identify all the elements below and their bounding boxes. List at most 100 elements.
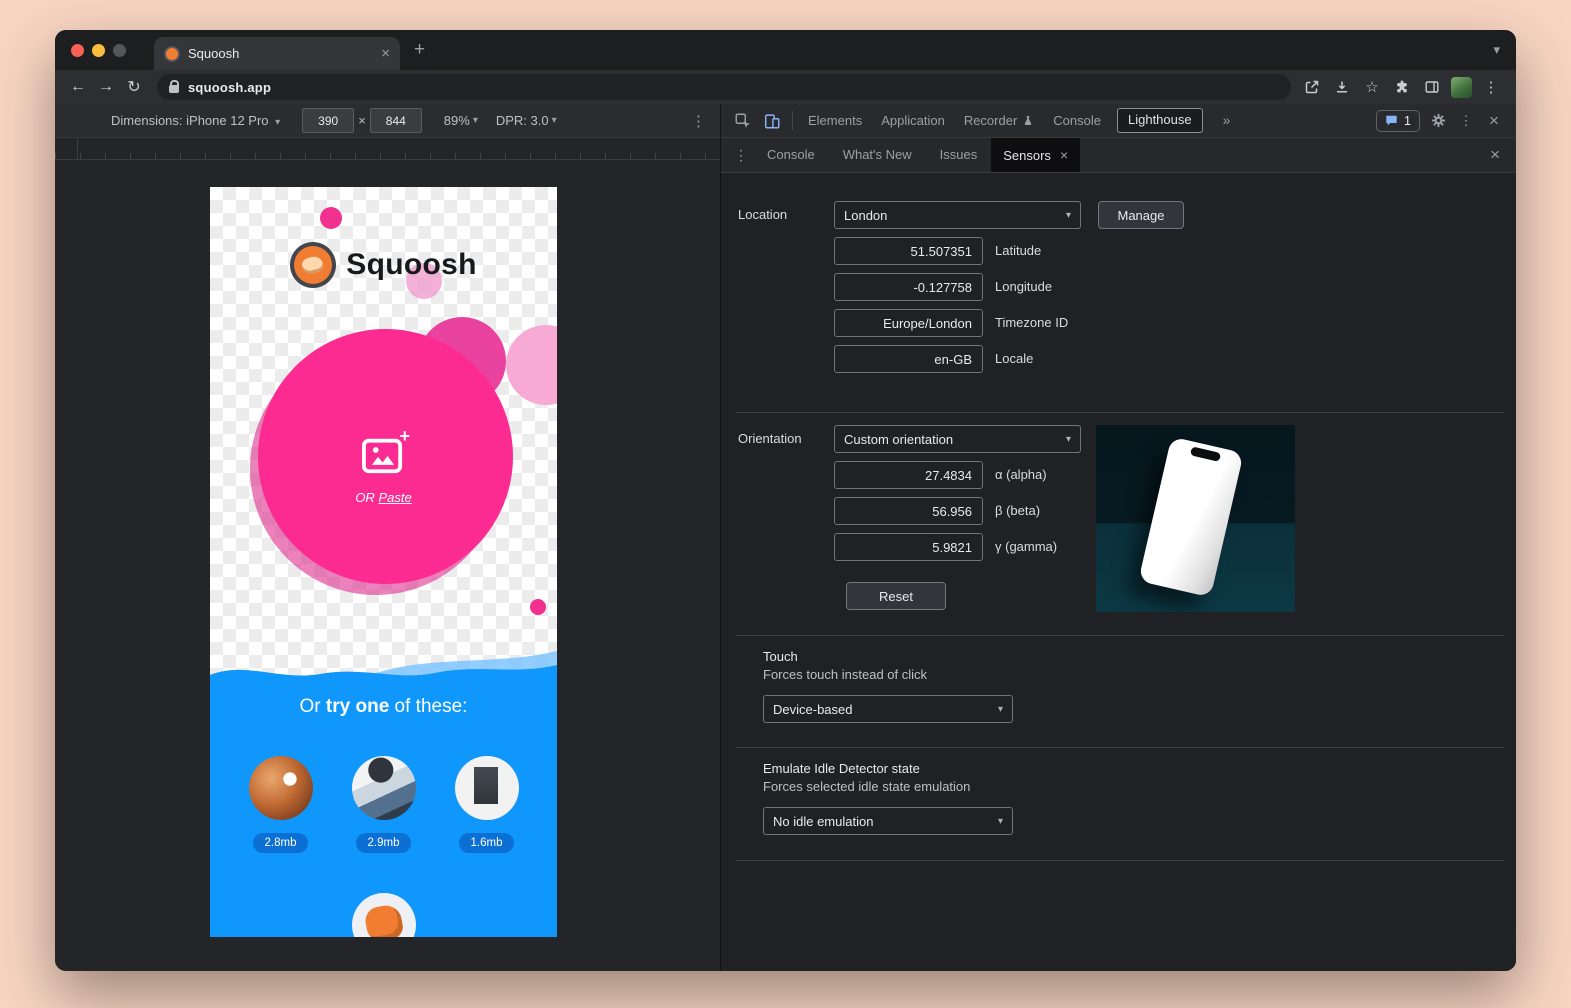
tab-search-chevron-icon[interactable]: ▾ bbox=[1493, 42, 1500, 58]
tab-elements[interactable]: Elements bbox=[799, 104, 871, 137]
manage-button[interactable]: Manage bbox=[1098, 201, 1184, 229]
zoom-value: 89% bbox=[444, 113, 470, 128]
toolbar-actions: ☆ ⋮ bbox=[1301, 76, 1506, 98]
chevron-down-icon: ▾ bbox=[275, 117, 280, 128]
sensors-tab-close-icon[interactable]: × bbox=[1060, 147, 1068, 163]
touch-value: Device-based bbox=[773, 702, 853, 717]
device-toolbar-toggle-icon[interactable] bbox=[758, 107, 786, 135]
browser-menu-kebab-icon[interactable]: ⋮ bbox=[1480, 76, 1502, 98]
side-panel-icon[interactable] bbox=[1421, 76, 1443, 98]
alpha-input[interactable] bbox=[834, 461, 983, 489]
alpha-label: α (alpha) bbox=[995, 461, 1047, 489]
try-suffix: of these: bbox=[389, 696, 467, 717]
devtools-close-icon[interactable]: × bbox=[1480, 107, 1508, 135]
ruler bbox=[55, 138, 720, 160]
zoom-dropdown[interactable]: 89% ▾ bbox=[444, 113, 478, 128]
sample-phone[interactable]: 1.6mb bbox=[455, 756, 519, 853]
size-badge: 2.9mb bbox=[356, 833, 412, 853]
chevron-down-icon: ▾ bbox=[1066, 434, 1071, 445]
reset-button[interactable]: Reset bbox=[846, 582, 946, 610]
drawer-close-icon[interactable]: × bbox=[1490, 145, 1508, 165]
dpr-dropdown[interactable]: DPR: 3.0 ▾ bbox=[496, 113, 557, 128]
tab-close-icon[interactable]: × bbox=[381, 45, 390, 62]
reload-button[interactable]: ↻ bbox=[121, 74, 147, 100]
share-icon[interactable] bbox=[1301, 76, 1323, 98]
drawer-tab-whats-new[interactable]: What's New bbox=[829, 138, 926, 172]
more-tabs-icon[interactable]: » bbox=[1214, 104, 1240, 137]
touch-title: Touch bbox=[763, 649, 798, 665]
phone-3d-model bbox=[1138, 437, 1243, 598]
install-app-icon[interactable] bbox=[1331, 76, 1353, 98]
sample-photo-phone[interactable] bbox=[455, 756, 519, 820]
longitude-input[interactable] bbox=[834, 273, 983, 301]
tab-strip: Squoosh × + ▾ bbox=[55, 30, 1516, 70]
drawer-menu-kebab-icon[interactable]: ⋮ bbox=[729, 147, 753, 164]
chevron-down-icon: ▾ bbox=[998, 816, 1003, 827]
times-separator: × bbox=[358, 113, 366, 128]
close-window-button[interactable] bbox=[71, 44, 84, 57]
tab-recorder[interactable]: Recorder bbox=[955, 113, 1043, 128]
sample-red-panda[interactable]: 2.8mb bbox=[249, 756, 313, 853]
sample-artist[interactable]: 2.9mb bbox=[352, 756, 416, 853]
drawer-tab-console[interactable]: Console bbox=[753, 138, 829, 172]
settings-gear-icon[interactable] bbox=[1424, 107, 1452, 135]
idle-emulation-value: No idle emulation bbox=[773, 814, 873, 829]
secure-lock-icon[interactable] bbox=[169, 85, 179, 93]
sensors-tab-label: Sensors bbox=[1003, 148, 1051, 163]
squoosh-logo-icon bbox=[290, 242, 336, 288]
dpr-value: DPR: 3.0 bbox=[496, 113, 549, 128]
timezone-input[interactable] bbox=[834, 309, 983, 337]
touch-select[interactable]: Device-based ▾ bbox=[763, 695, 1013, 723]
inspect-element-icon[interactable] bbox=[729, 107, 757, 135]
window-controls bbox=[55, 44, 126, 57]
latitude-input[interactable] bbox=[834, 237, 983, 265]
experiment-flask-icon bbox=[1022, 114, 1034, 127]
new-tab-button[interactable]: + bbox=[414, 39, 425, 61]
tab-application[interactable]: Application bbox=[872, 104, 954, 137]
location-label: Location bbox=[738, 201, 787, 229]
minimize-window-button[interactable] bbox=[92, 44, 105, 57]
profile-avatar[interactable] bbox=[1451, 77, 1472, 98]
browser-content: Dimensions: iPhone 12 Pro ▾ × 89% ▾ DPR:… bbox=[55, 104, 1516, 971]
url-field[interactable]: squoosh.app bbox=[157, 74, 1291, 100]
sample-photo-red-panda[interactable] bbox=[249, 756, 313, 820]
drawer-tab-sensors[interactable]: Sensors × bbox=[991, 138, 1080, 172]
sample-photo-artist[interactable] bbox=[352, 756, 416, 820]
touch-description: Forces touch instead of click bbox=[763, 667, 927, 683]
viewport-width-input[interactable] bbox=[302, 108, 354, 133]
chevron-down-icon: ▾ bbox=[1066, 210, 1071, 221]
drawer-tab-issues[interactable]: Issues bbox=[926, 138, 992, 172]
devtools-menu-kebab-icon[interactable]: ⋮ bbox=[1452, 107, 1480, 135]
paste-link[interactable]: Paste bbox=[378, 490, 411, 505]
device-emulation-pane: Dimensions: iPhone 12 Pro ▾ × 89% ▾ DPR:… bbox=[55, 104, 720, 971]
viewport-height-input[interactable] bbox=[370, 108, 422, 133]
tab-console[interactable]: Console bbox=[1044, 104, 1110, 137]
dimensions-label: Dimensions: iPhone 12 Pro bbox=[111, 113, 269, 128]
locale-label: Locale bbox=[995, 345, 1033, 373]
extensions-puzzle-icon[interactable] bbox=[1391, 76, 1413, 98]
image-upload-icon[interactable]: + bbox=[360, 434, 406, 476]
orientation-phone-preview[interactable] bbox=[1096, 425, 1295, 612]
gamma-input[interactable] bbox=[834, 533, 983, 561]
orientation-label: Orientation bbox=[738, 425, 802, 453]
bookmark-star-icon[interactable]: ☆ bbox=[1361, 76, 1383, 98]
locale-input[interactable] bbox=[834, 345, 983, 373]
tab-lighthouse[interactable]: Lighthouse bbox=[1117, 108, 1203, 133]
tab-title: Squoosh bbox=[188, 46, 373, 61]
location-select[interactable]: London ▾ bbox=[834, 201, 1081, 229]
emulation-menu-kebab-icon[interactable]: ⋮ bbox=[691, 112, 706, 130]
forward-button[interactable]: → bbox=[93, 74, 119, 100]
back-button[interactable]: ← bbox=[65, 74, 91, 100]
address-bar: ← → ↻ squoosh.app ☆ bbox=[55, 70, 1516, 104]
console-messages-badge[interactable]: 1 bbox=[1376, 110, 1420, 132]
latitude-label: Latitude bbox=[995, 237, 1041, 265]
browser-tab-squoosh[interactable]: Squoosh × bbox=[154, 37, 400, 70]
idle-emulation-select[interactable]: No idle emulation ▾ bbox=[763, 807, 1013, 835]
beta-label: β (beta) bbox=[995, 497, 1040, 525]
zoom-window-button[interactable] bbox=[113, 44, 126, 57]
dimensions-dropdown[interactable]: Dimensions: iPhone 12 Pro ▾ bbox=[111, 113, 280, 128]
section-divider bbox=[736, 747, 1505, 748]
orientation-select[interactable]: Custom orientation ▾ bbox=[834, 425, 1081, 453]
blue-wave-decoration bbox=[210, 645, 557, 687]
beta-input[interactable] bbox=[834, 497, 983, 525]
